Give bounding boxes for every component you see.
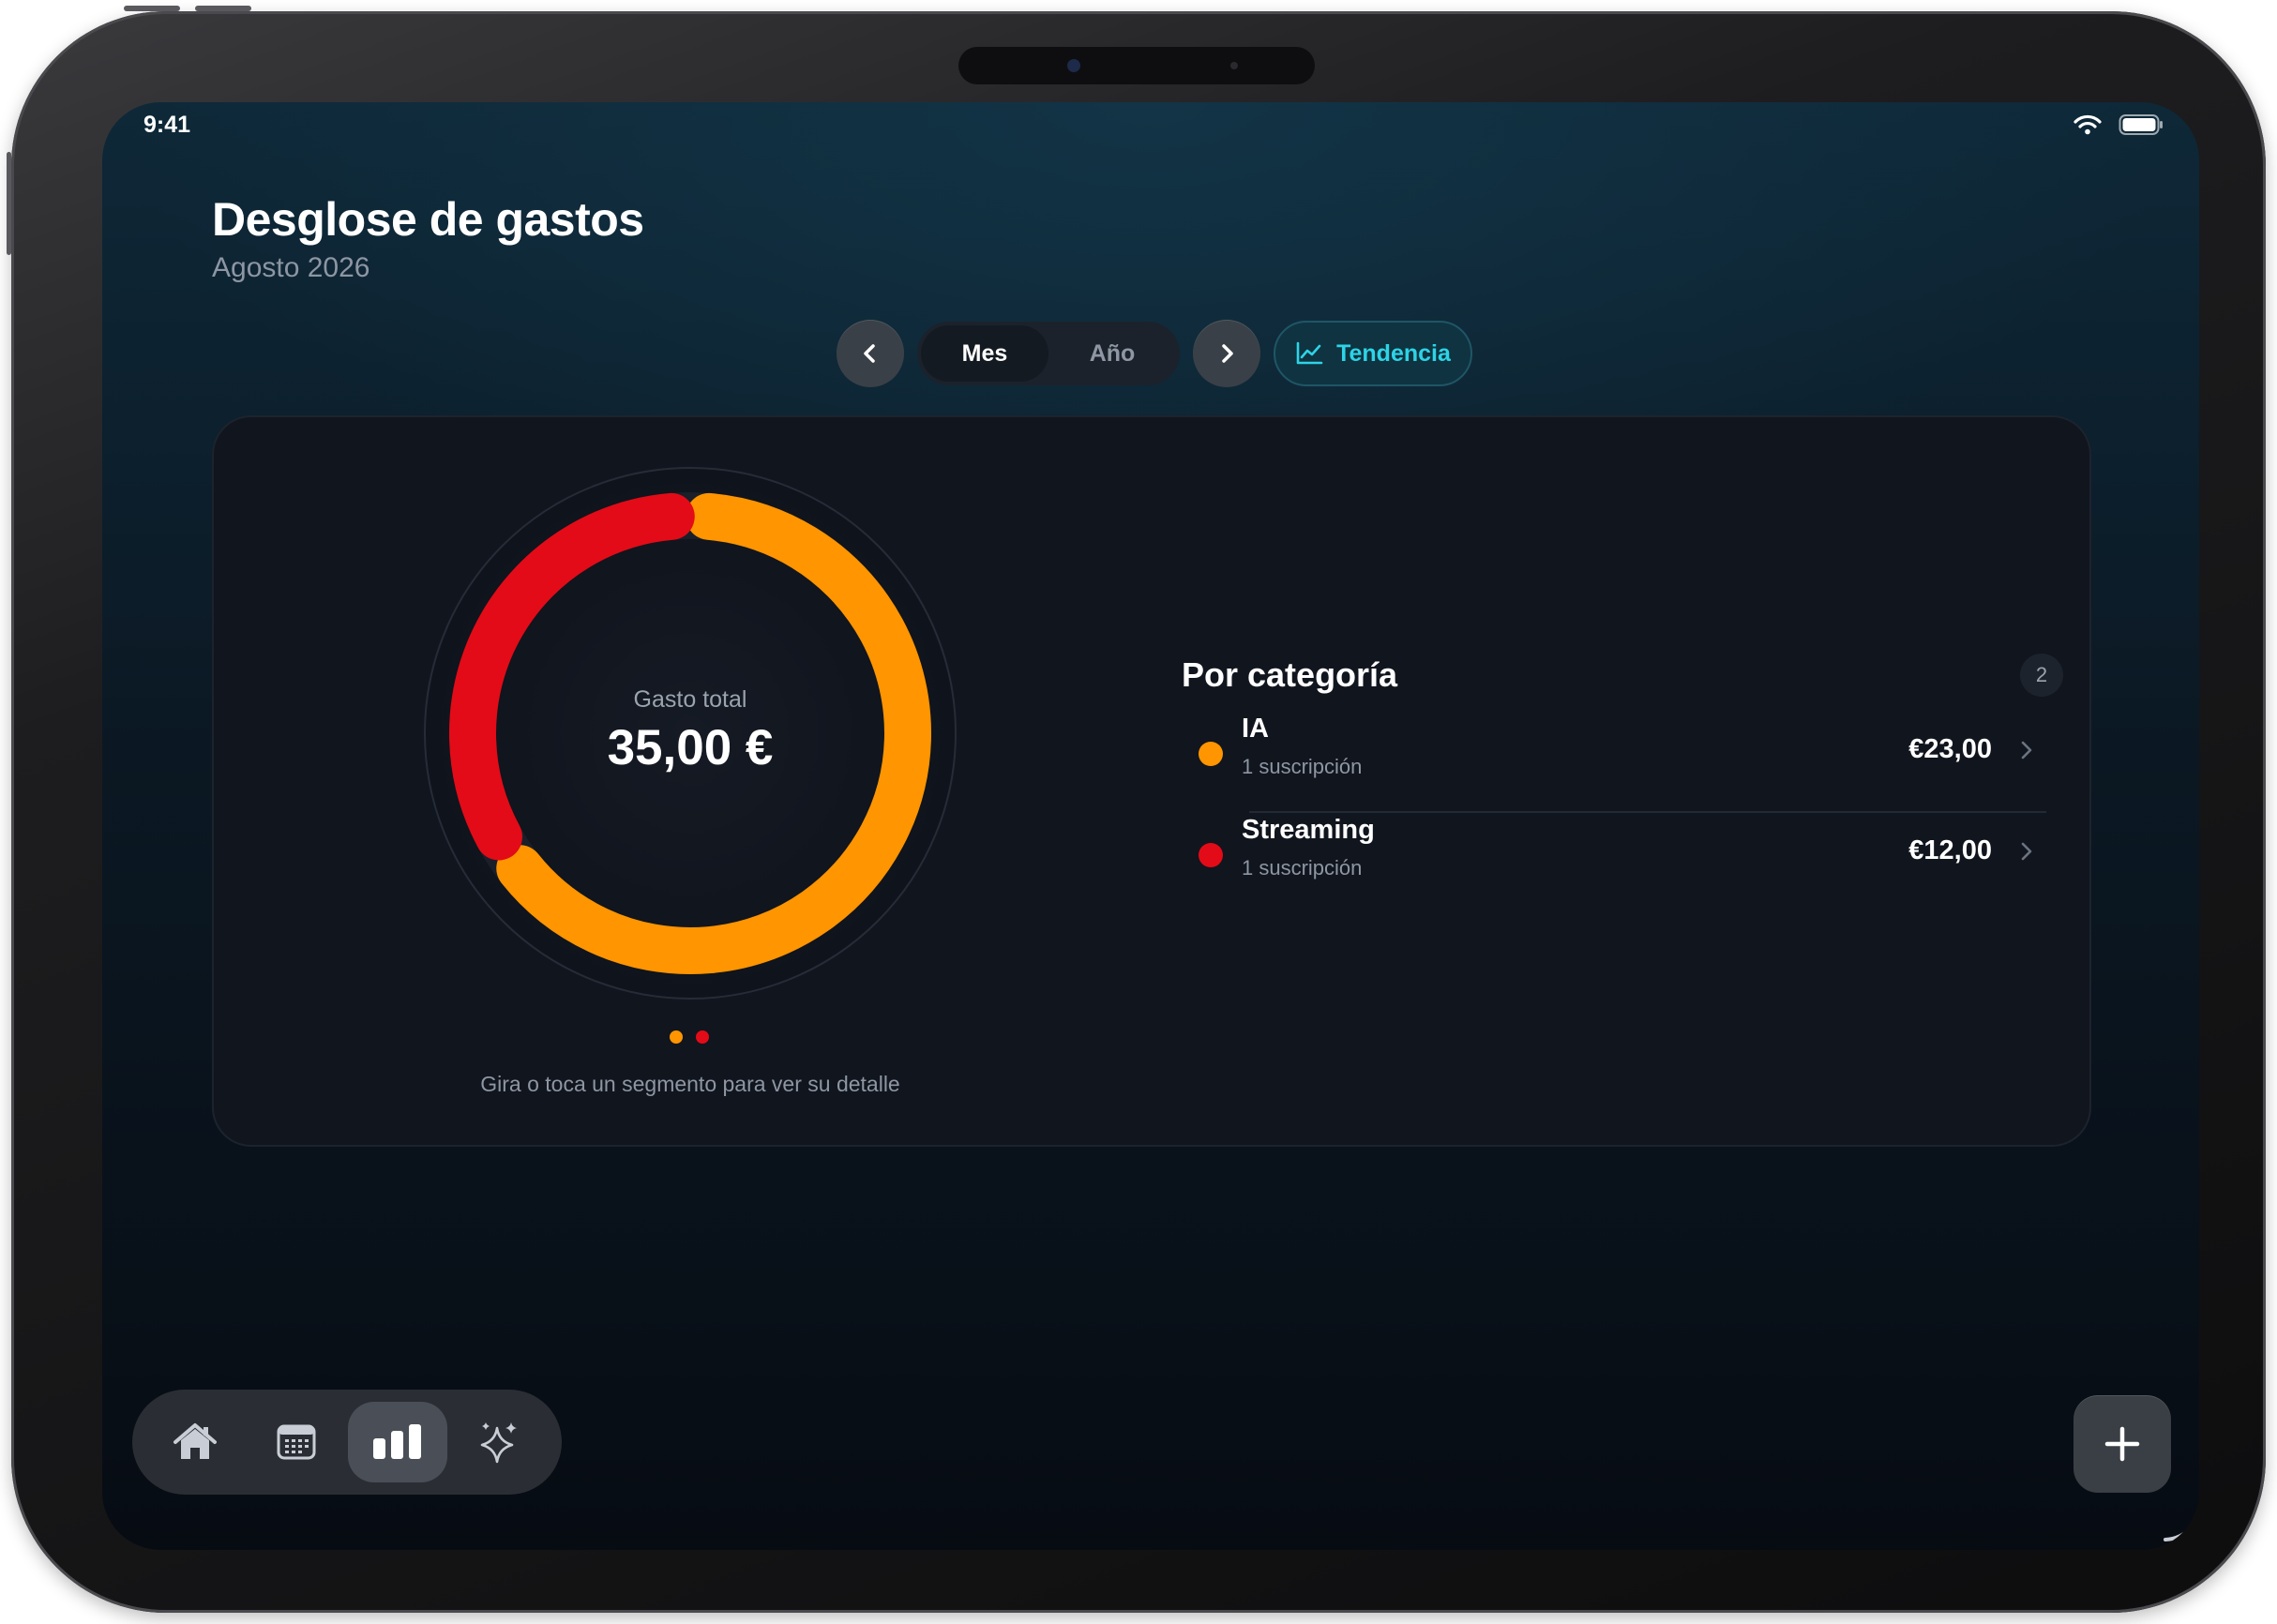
screen: 9:41 Desglose de gastos Agosto 2026 Mes … <box>102 102 2199 1550</box>
page-title: Desglose de gastos <box>212 193 644 246</box>
period-segmented-control: Mes Año <box>917 322 1180 385</box>
chevron-left-icon <box>864 344 875 363</box>
tab-home[interactable] <box>145 1402 245 1482</box>
status-icons <box>2073 113 2164 136</box>
donut-chart: Gasto total 35,00 € <box>423 466 958 1000</box>
segment-month[interactable]: Mes <box>921 325 1048 382</box>
breakdown-card: Gasto total 35,00 € Gira o toca un segme… <box>212 415 2091 1147</box>
tab-bar <box>132 1390 562 1495</box>
tab-calendar[interactable] <box>247 1402 346 1482</box>
plus-icon <box>2104 1426 2140 1462</box>
category-row-ia[interactable]: IA 1 suscripción €23,00 <box>1182 704 2044 805</box>
category-row-streaming[interactable]: Streaming 1 suscripción €12,00 <box>1182 805 2044 907</box>
camera-lens <box>1067 59 1080 72</box>
volume-button-down <box>195 6 251 11</box>
category-amount: €12,00 <box>1908 835 1992 865</box>
total-label: Gasto total <box>633 686 747 713</box>
page-dots <box>670 1030 709 1044</box>
category-color-dot <box>1199 742 1223 766</box>
total-value: 35,00 € <box>607 720 774 775</box>
segment-year[interactable]: Año <box>1048 325 1176 382</box>
previous-period-button[interactable] <box>837 320 904 387</box>
tab-insights[interactable] <box>449 1402 549 1482</box>
battery-icon <box>2119 114 2163 135</box>
volume-button-up <box>124 6 180 11</box>
category-count-badge: 2 <box>2020 654 2063 697</box>
period-controls: Mes Año Tendencia <box>837 320 1472 387</box>
category-detail: 1 suscripción <box>1242 755 1363 778</box>
sparkles-icon <box>480 1422 517 1464</box>
chevron-right-icon <box>2021 741 2032 759</box>
trend-button[interactable]: Tendencia <box>1274 321 1472 386</box>
category-detail: 1 suscripción <box>1242 856 1363 880</box>
page-dot-ia[interactable] <box>670 1030 683 1044</box>
camera-housing <box>958 47 1315 84</box>
next-period-button[interactable] <box>1193 320 1260 387</box>
period-subtitle: Agosto 2026 <box>212 252 370 283</box>
category-name: IA <box>1242 714 1269 744</box>
chevron-right-icon <box>2021 842 2032 861</box>
category-amount: €23,00 <box>1908 734 1992 764</box>
category-name: Streaming <box>1242 815 1375 845</box>
home-icon <box>173 1423 217 1459</box>
calendar-icon <box>277 1424 316 1460</box>
chevron-right-icon <box>1222 344 1233 363</box>
sensor-dot <box>1230 62 1238 69</box>
corner-indicator <box>2164 1501 2199 1541</box>
chart-hint: Gira o toca un segmento para ver su deta… <box>480 1072 900 1096</box>
category-color-dot <box>1199 843 1223 867</box>
ipad-frame: 9:41 Desglose de gastos Agosto 2026 Mes … <box>7 6 2266 1613</box>
tab-stats[interactable] <box>348 1402 447 1482</box>
top-button <box>7 152 11 255</box>
line-chart-icon <box>1296 341 1323 365</box>
category-section-title: Por categoría <box>1182 655 1398 694</box>
bar-chart-icon <box>373 1424 421 1459</box>
trend-label: Tendencia <box>1336 339 1451 367</box>
add-subscription-button[interactable] <box>2073 1395 2171 1493</box>
status-time: 9:41 <box>143 112 191 138</box>
page-dot-streaming[interactable] <box>696 1030 709 1044</box>
wifi-icon <box>2073 114 2102 135</box>
